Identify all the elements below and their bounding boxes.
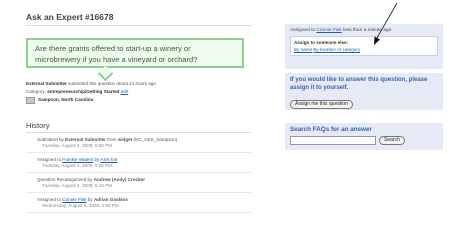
submitted-line: External Submitter submitted this questi… <box>26 80 252 88</box>
question-meta: External Submitter submitted this questi… <box>26 80 252 104</box>
history-actor[interactable]: Frankie Waters <box>62 157 93 162</box>
assigned-line: Assigned to Connie Fisk less than a minu… <box>290 28 438 33</box>
search-input[interactable] <box>290 136 376 145</box>
history-list: Submitted by External Submitter from wid… <box>26 133 252 213</box>
location-line: Sampson, North Carolina <box>26 96 252 104</box>
assign-by-location-link[interactable]: By location or category <box>313 47 360 52</box>
history-item: Assigned to Connie Fisk by Adrian Goskin… <box>26 193 252 213</box>
assignee-link[interactable]: Connie Fisk <box>316 28 341 33</box>
category-value: entrepreneurship/Getting Started <box>47 89 120 94</box>
history-date: Tuesday, August 4, 2009, 5:06 PM <box>42 163 112 168</box>
assign-me-button[interactable]: Assign me this question <box>290 100 353 109</box>
assigned-suffix: less than a minute ago <box>341 28 392 33</box>
history-date: Tuesday, August 4, 2009, 6:18 PM <box>42 183 112 188</box>
category-label: Category: <box>26 89 46 94</box>
history-actor[interactable]: Connie Fisk <box>62 197 86 202</box>
submitter-name: External Submitter <box>26 81 67 86</box>
history-date: Tuesday, August 4, 2009, 5:06 PM <box>42 143 112 148</box>
search-button[interactable]: Search <box>379 136 405 145</box>
history-item: Submitted by External Submitter from wid… <box>26 133 252 153</box>
reassign-box: Assign to someone else: By name By locat… <box>290 36 438 56</box>
history-date: Wednesday, August 5, 2009, 2:59 PM <box>42 203 119 208</box>
assigned-prefix: Assigned to <box>290 28 317 33</box>
search-faq-panel: Search FAQs for an answer Search <box>285 123 443 150</box>
history-target: widget <box>117 137 133 142</box>
assignment-panel: Assigned to Connie Fisk less than a minu… <box>285 24 443 69</box>
question-bubble: Are there grants offered to start-up a w… <box>26 38 244 82</box>
question-text: Are there grants offered to start-up a w… <box>35 44 198 64</box>
history-prefix: Assigned to <box>37 157 63 162</box>
history-mid: from <box>105 137 118 142</box>
history-prefix: Question Recategorized by <box>37 177 94 182</box>
history-item: Assigned to Frankie Waters by ASK-bot Tue… <box>26 153 252 173</box>
history-target: Adrian Goskins <box>93 197 128 202</box>
history-prefix: Assigned to <box>37 197 63 202</box>
bubble-tail <box>97 65 114 82</box>
map-icon <box>26 96 35 104</box>
history-heading: History <box>26 121 252 133</box>
history-suffix: (NC_CES_Sampson) <box>132 137 178 142</box>
history-mid: by <box>86 197 94 202</box>
page-title: Ask an Expert #16678 <box>26 12 252 26</box>
main-content: Ask an Expert #16678 Are there grants of… <box>26 12 252 213</box>
category-line: Category: entrepreneurship/Getting Start… <box>26 88 252 96</box>
location-text: Sampson, North Carolina <box>38 97 94 102</box>
history-prefix: Submitted by <box>37 137 66 142</box>
search-row: Search <box>290 136 438 145</box>
history-actor: Andrew (Andy) Crocker <box>93 177 146 182</box>
history-actor: External Submitter <box>65 137 106 142</box>
reassign-heading: Assign to someone else: <box>294 40 349 45</box>
history-item: Question Recategorized by Andrew (Andy) … <box>26 173 252 193</box>
submitted-text: submitted this question about 21 hours a… <box>68 81 156 86</box>
history-target[interactable]: ASK-bot <box>100 157 117 162</box>
assign-by-name-link[interactable]: By name <box>294 47 312 52</box>
self-assign-panel: If you would like to answer this questio… <box>285 73 443 110</box>
search-faq-heading: Search FAQs for an answer <box>290 126 372 133</box>
answer-prompt: If you would like to answer this questio… <box>290 77 428 91</box>
edit-category-link[interactable]: edit <box>121 89 128 94</box>
